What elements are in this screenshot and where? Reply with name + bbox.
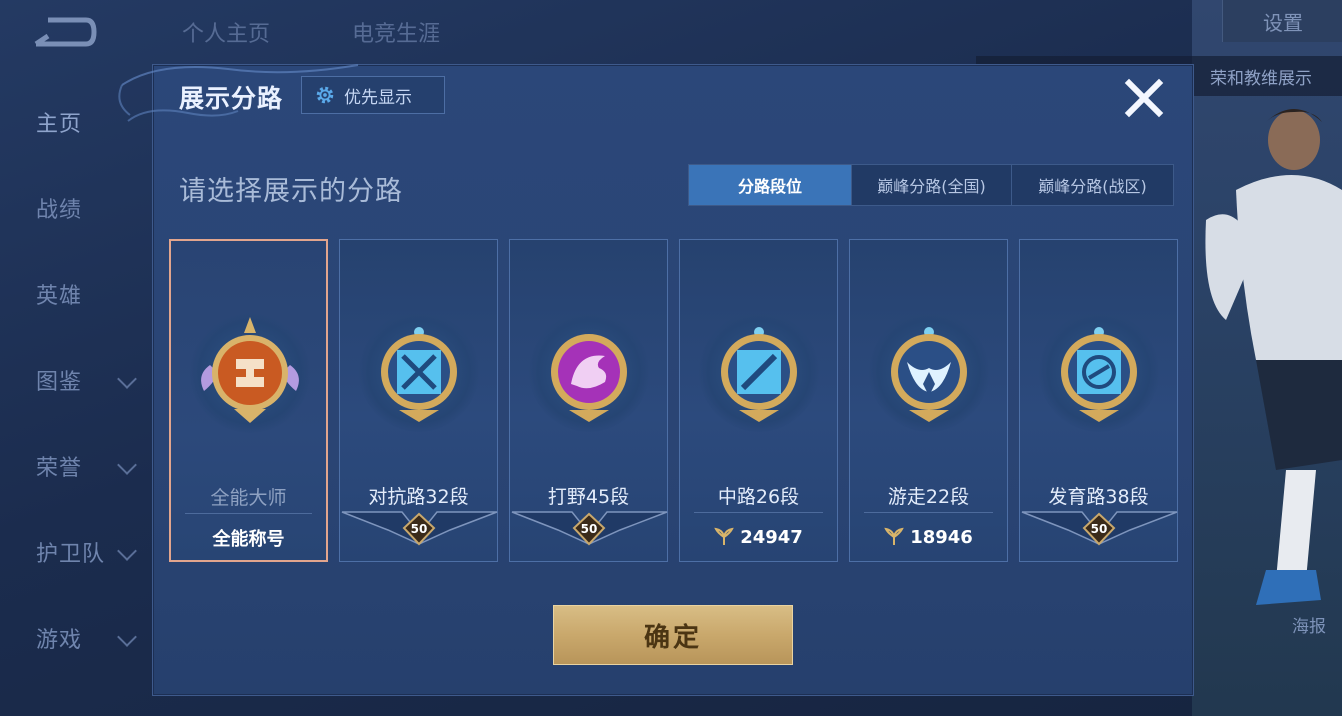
cloud-decoration bbox=[118, 64, 359, 122]
sidebar-item-heroes[interactable]: 英雄 bbox=[0, 274, 150, 314]
tab-peak-lane-national[interactable]: 巅峰分路(全国) bbox=[851, 165, 1011, 205]
sidebar-item-honor[interactable]: 荣誉 bbox=[0, 446, 150, 486]
mid-lane-emblem-icon bbox=[721, 327, 797, 422]
tab-esports-career[interactable]: 电竞生涯 bbox=[352, 16, 440, 48]
peak-points-icon bbox=[884, 527, 904, 545]
tab-profile-home[interactable]: 个人主页 bbox=[182, 16, 270, 48]
chevron-down-icon bbox=[117, 627, 137, 647]
lane-card-clash[interactable]: 对抗路32段 50 bbox=[339, 239, 498, 562]
confirm-button[interactable]: 确定 bbox=[553, 605, 793, 665]
chevron-down-icon bbox=[117, 541, 137, 561]
back-arrow-icon[interactable] bbox=[28, 14, 98, 50]
sidebar-item-guard-team[interactable]: 护卫队 bbox=[0, 532, 150, 572]
farm-lane-emblem-icon bbox=[1061, 327, 1137, 422]
lane-name: 打野45段 bbox=[547, 486, 630, 508]
peak-points-icon bbox=[714, 527, 734, 545]
svg-text:50: 50 bbox=[1091, 522, 1108, 536]
poster-label[interactable]: 海报 bbox=[1292, 612, 1326, 637]
svg-text:50: 50 bbox=[411, 522, 428, 536]
sidebar-item-record[interactable]: 战绩 bbox=[0, 188, 150, 228]
lane-card-roam[interactable]: 游走22段 18946 bbox=[849, 239, 1008, 562]
lane-name: 游走22段 bbox=[887, 486, 970, 508]
star-level-badge: 50 bbox=[341, 511, 498, 546]
lane-card-mid[interactable]: 中路26段 24947 bbox=[679, 239, 838, 562]
lane-footer-title: 全能称号 bbox=[212, 529, 285, 550]
jungle-emblem-icon bbox=[551, 334, 627, 422]
settings-button[interactable]: 设置 bbox=[1222, 0, 1342, 42]
lane-card-farm[interactable]: 发育路38段 50 bbox=[1019, 239, 1178, 562]
roam-emblem-icon bbox=[891, 327, 967, 422]
lane-card-jungle[interactable]: 打野45段 50 bbox=[509, 239, 668, 562]
svg-text:50: 50 bbox=[581, 522, 598, 536]
tab-lane-rank[interactable]: 分路段位 bbox=[689, 165, 851, 205]
lane-card-allround[interactable]: 全能大师 全能称号 bbox=[169, 239, 328, 562]
allround-emblem-icon bbox=[201, 317, 299, 423]
chevron-down-icon bbox=[117, 455, 137, 475]
chevron-down-icon bbox=[117, 369, 137, 389]
sidebar-item-games[interactable]: 游戏 bbox=[0, 618, 150, 658]
star-level-badge: 50 bbox=[511, 511, 668, 546]
lane-name: 全能大师 bbox=[210, 487, 287, 509]
background-status-text bbox=[1122, 0, 1212, 40]
tab-peak-lane-region[interactable]: 巅峰分路(战区) bbox=[1011, 165, 1173, 205]
lane-points: 18946 bbox=[850, 525, 1007, 549]
lane-tabs: 分路段位 巅峰分路(全国) 巅峰分路(战区) bbox=[688, 164, 1174, 206]
lane-points: 24947 bbox=[680, 525, 837, 549]
instruction-text: 请选择展示的分路 bbox=[179, 176, 403, 207]
lane-display-dialog: 展示分路 优先显示 请选择展示的分路 分路段位 巅峰分路(全国) 巅峰分路(战区… bbox=[152, 64, 1194, 696]
close-icon[interactable] bbox=[1121, 75, 1167, 121]
lane-name: 发育路38段 bbox=[1048, 486, 1149, 508]
lane-name: 中路26段 bbox=[717, 486, 800, 508]
sidebar-item-codex[interactable]: 图鉴 bbox=[0, 360, 150, 400]
clash-lane-emblem-icon bbox=[381, 327, 457, 422]
lane-name: 对抗路32段 bbox=[368, 486, 469, 508]
player-figure-image bbox=[1205, 109, 1342, 605]
star-level-badge: 50 bbox=[1021, 511, 1178, 546]
